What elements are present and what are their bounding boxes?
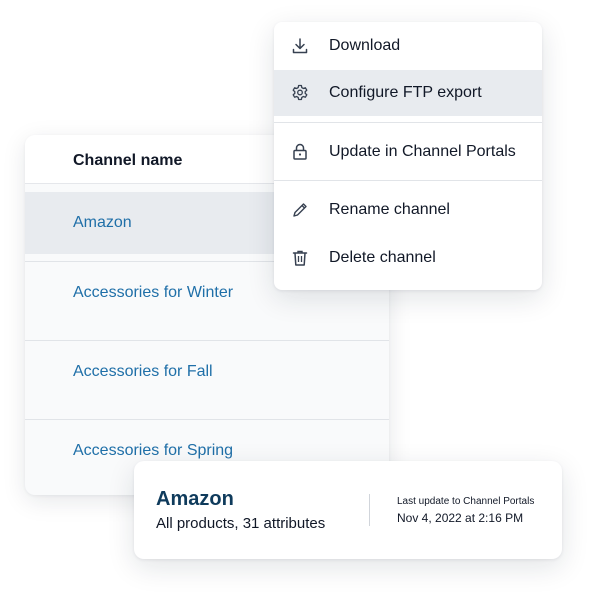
vertical-divider [369,494,370,526]
channel-title: Amazon [156,488,234,510]
menu-item-rename-channel[interactable]: Rename channel [274,187,542,233]
channel-link[interactable]: Amazon [73,214,132,232]
menu-separator [274,122,542,123]
channel-detail-card: Amazon All products, 31 attributes Last … [134,461,562,559]
menu-item-label: Download [329,37,401,54]
channel-link[interactable]: Accessories for Fall [73,363,213,381]
menu-item-label: Delete channel [329,249,436,266]
column-header-channel-name: Channel name [73,152,183,169]
trash-icon [292,250,308,266]
gear-icon [292,84,308,101]
menu-item-label: Rename channel [329,201,450,218]
menu-item-label: Update in Channel Portals [329,143,516,160]
channel-link[interactable]: Accessories for Winter [73,284,233,302]
channel-link[interactable]: Accessories for Spring [73,442,233,460]
last-update-label: Last update to Channel Portals [397,496,535,507]
menu-item-update-in-channel-portals[interactable]: Update in Channel Portals [274,129,542,175]
menu-item-label: Configure FTP export [329,84,482,101]
menu-item-delete-channel[interactable]: Delete channel [274,235,542,281]
download-icon [292,38,308,54]
channel-subtitle: All products, 31 attributes [156,515,326,532]
pencil-icon [293,203,307,217]
canvas: Channel name Amazon Accessories for Wint… [0,0,600,600]
menu-item-configure-ftp-export[interactable]: Configure FTP export [274,70,542,116]
table-row[interactable]: Accessories for Fall [25,341,389,403]
lock-icon [293,143,307,160]
menu-separator [274,180,542,181]
menu-item-download[interactable]: Download [274,23,542,69]
last-update-value: Nov 4, 2022 at 2:16 PM [397,511,524,525]
channel-actions-menu: Download Configure FTP export Update in … [274,22,542,290]
